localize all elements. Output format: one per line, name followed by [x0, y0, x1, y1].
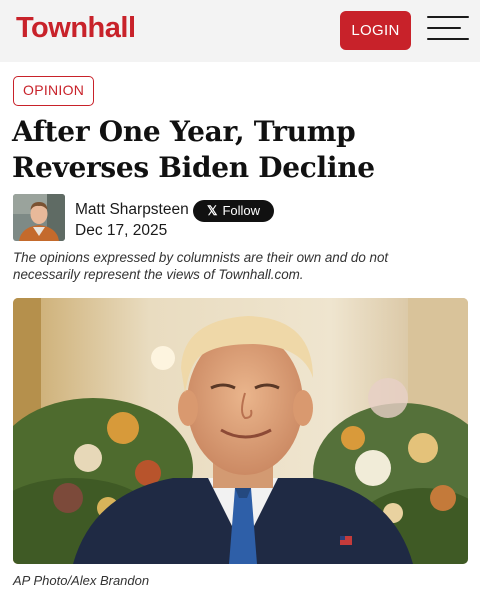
- opinion-disclaimer: The opinions expressed by columnists are…: [13, 250, 389, 282]
- login-button[interactable]: LOGIN: [340, 11, 411, 50]
- featured-photo-image: [13, 298, 468, 564]
- follow-on-x-button[interactable]: 𝕏 Follow: [193, 200, 274, 222]
- featured-photo[interactable]: [13, 298, 468, 564]
- top-nav-bar: Townhall LOGIN: [0, 0, 480, 62]
- article-headline: After One Year, Trump Reverses Biden Dec…: [12, 115, 375, 184]
- follow-label: Follow: [222, 203, 261, 218]
- hamburger-menu-icon[interactable]: [427, 16, 469, 42]
- x-logo-icon: 𝕏: [206, 203, 218, 218]
- photo-caption: AP Photo/Alex Brandon: [13, 573, 150, 588]
- opinion-badge[interactable]: OPINION: [13, 76, 95, 106]
- author-avatar-image: [13, 194, 65, 241]
- author-avatar[interactable]: [13, 194, 65, 241]
- author-name[interactable]: Matt Sharpsteen: [75, 201, 189, 219]
- article-page: Townhall LOGIN OPINION After One Year, T…: [0, 0, 480, 600]
- site-logo[interactable]: Townhall: [16, 12, 136, 45]
- publish-date: Dec 17, 2025: [75, 222, 168, 239]
